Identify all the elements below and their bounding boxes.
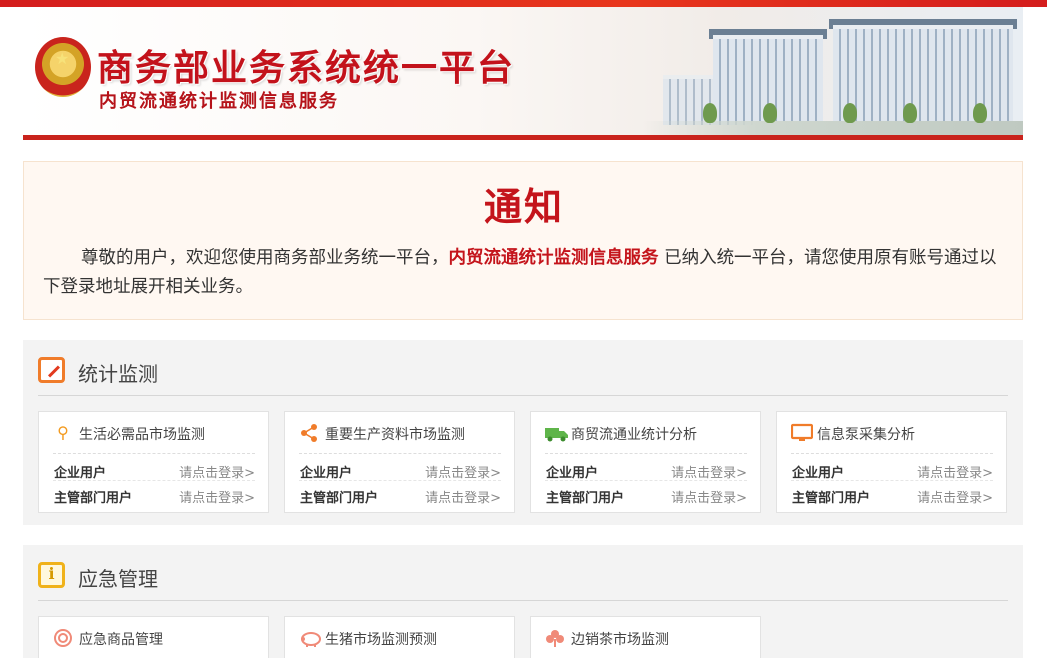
enterprise-user-row: 企业用户 请点击登录> <box>53 459 255 481</box>
section-emergency-management: 应急管理 应急商品管理 生猪市场监测预测 边销茶市场监测 <box>23 545 1023 658</box>
card-emergency-goods-management: 应急商品管理 <box>38 616 269 658</box>
card-title: 应急商品管理 <box>79 632 163 648</box>
enterprise-login-link[interactable]: 请点击登录> <box>425 462 501 481</box>
truck-icon <box>545 423 568 443</box>
target-icon <box>53 628 73 648</box>
department-user-row: 主管部门用户 请点击登录> <box>299 484 501 506</box>
notice-highlight: 内贸流通统计监测信息服务 <box>448 248 659 268</box>
enterprise-login-link[interactable]: 请点击登录> <box>917 462 993 481</box>
monitor-icon <box>790 423 814 443</box>
emblem-star-icon: ★ <box>55 49 70 68</box>
section-statistics-monitoring: 统计监测 ⚲ 生活必需品市场监测 企业用户 请点击登录> 主管部门用户 请点击登… <box>23 340 1023 525</box>
department-user-row: 主管部门用户 请点击登录> <box>53 484 255 506</box>
header-divider <box>23 135 1023 140</box>
edit-icon <box>38 357 65 383</box>
enterprise-login-link[interactable]: 请点击登录> <box>179 462 255 481</box>
department-login-link[interactable]: 请点击登录> <box>917 487 993 506</box>
section-title: 应急管理 <box>78 567 158 591</box>
card-commerce-circulation-analysis: 商贸流通业统计分析 企业用户 请点击登录> 主管部门用户 请点击登录> <box>530 411 761 513</box>
top-red-bar <box>0 0 1047 7</box>
share-icon <box>299 423 319 443</box>
section-title: 统计监测 <box>78 362 158 386</box>
department-user-row: 主管部门用户 请点击登录> <box>791 484 993 506</box>
card-title: 生猪市场监测预测 <box>325 632 437 648</box>
department-login-link[interactable]: 请点击登录> <box>671 487 747 506</box>
department-login-link[interactable]: 请点击登录> <box>179 487 255 506</box>
card-production-materials-monitoring: 重要生产资料市场监测 企业用户 请点击登录> 主管部门用户 请点击登录> <box>284 411 515 513</box>
section-header: 应急管理 <box>38 560 1008 601</box>
card-hog-market-monitoring: 生猪市场监测预测 <box>284 616 515 658</box>
info-icon <box>38 562 65 588</box>
notice-title: 通知 <box>483 185 564 229</box>
enterprise-user-row: 企业用户 请点击登录> <box>545 459 747 481</box>
card-title: 边销茶市场监测 <box>571 632 669 648</box>
site-title: 商务部业务系统统一平台 <box>97 47 516 89</box>
leaf-icon <box>545 628 565 648</box>
card-title: 商贸流通业统计分析 <box>571 427 697 443</box>
card-information-pump-analysis: 信息泵采集分析 企业用户 请点击登录> 主管部门用户 请点击登录> <box>776 411 1007 513</box>
card-daily-necessities-monitoring: ⚲ 生活必需品市场监测 企业用户 请点击登录> 主管部门用户 请点击登录> <box>38 411 269 513</box>
department-user-row: 主管部门用户 请点击登录> <box>545 484 747 506</box>
ministry-building-illustration <box>643 17 1023 135</box>
enterprise-user-row: 企业用户 请点击登录> <box>791 459 993 481</box>
enterprise-user-row: 企业用户 请点击登录> <box>299 459 501 481</box>
department-login-link[interactable]: 请点击登录> <box>425 487 501 506</box>
card-title: 信息泵采集分析 <box>817 427 915 443</box>
card-title: 重要生产资料市场监测 <box>325 427 465 443</box>
card-border-tea-market-monitoring: 边销茶市场监测 <box>530 616 761 658</box>
globe-pin-icon: ⚲ <box>57 423 69 442</box>
notice-panel: 通知 尊敬的用户，欢迎您使用商务部业务统一平台，内贸流通统计监测信息服务 已纳入… <box>23 161 1023 320</box>
site-subtitle: 内贸流通统计监测信息服务 <box>99 91 339 112</box>
pig-icon <box>299 628 321 648</box>
section-header: 统计监测 <box>38 355 1008 396</box>
national-emblem-icon: ★ <box>35 37 91 97</box>
notice-text: 尊敬的用户，欢迎您使用商务部业务统一平台，内贸流通统计监测信息服务 已纳入统一平… <box>43 248 997 297</box>
header-banner: ★ 商务部业务系统统一平台 内贸流通统计监测信息服务 <box>23 7 1023 135</box>
enterprise-login-link[interactable]: 请点击登录> <box>671 462 747 481</box>
card-title: 生活必需品市场监测 <box>79 427 205 443</box>
